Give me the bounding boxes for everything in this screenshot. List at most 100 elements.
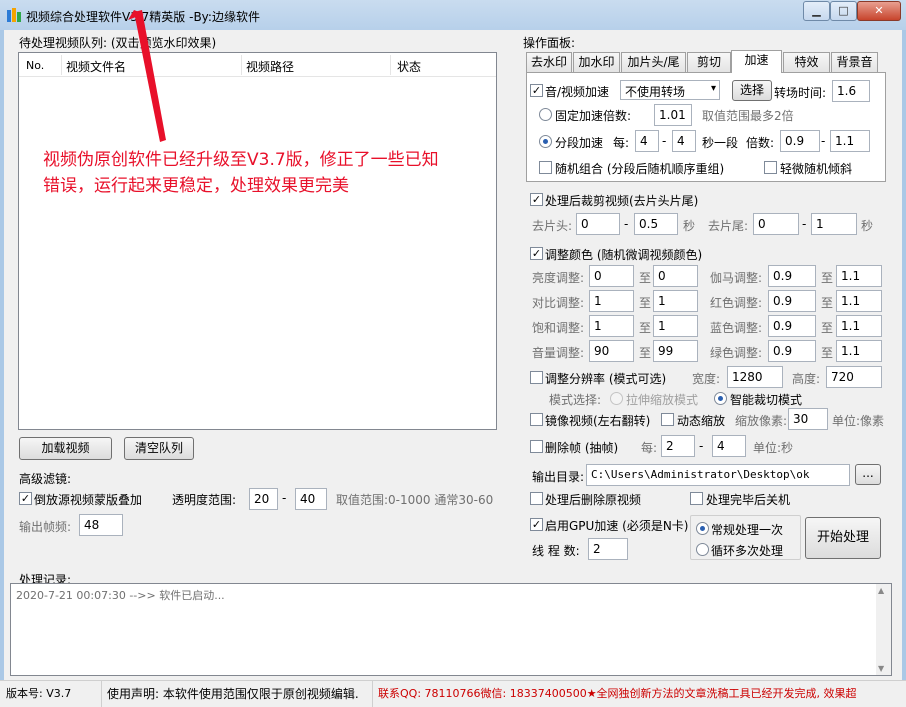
start-processing-button[interactable]: 开始处理 [805,517,881,559]
brightness-min-input[interactable]: 0 [589,265,634,287]
tab-intro-outro[interactable]: 加片头/尾 [621,52,686,72]
speed-enable-checkbox[interactable]: ✓ [530,84,543,97]
head-max-input[interactable]: 0.5 [634,213,678,235]
log-area[interactable]: 2020-7-21 00:07:30 -->> 软件已启动... ▲ ▼ [10,583,892,676]
gamma-min-input[interactable]: 0.9 [768,265,816,287]
load-video-button[interactable]: 加载视频 [19,437,112,460]
height-input[interactable]: 720 [826,366,882,388]
saturation-max-input[interactable]: 1 [653,315,698,337]
tab-cut[interactable]: 剪切 [687,52,731,72]
green-to: 至 [821,346,834,360]
mirror-label: 镜像视频(左右翻转) [545,414,651,428]
drop-frame-dash: - [699,439,704,453]
fixed-speed-label: 固定加速倍数: [555,109,632,123]
gpu-checkbox[interactable]: ✓ [530,518,543,531]
rate-max-input[interactable]: 1.1 [830,130,870,152]
segment-dash: - [662,134,667,148]
output-dir-input[interactable]: C:\Users\Administrator\Desktop\ok [586,464,850,486]
close-button[interactable]: ✕ [857,1,901,21]
video-queue-table[interactable]: No. 视频文件名 视频路径 状态 [18,52,497,430]
scroll-up-icon[interactable]: ▲ [878,586,884,595]
rate-min-input[interactable]: 0.9 [780,130,820,152]
opacity-max-input[interactable]: 40 [295,488,327,510]
fps-input[interactable]: 48 [79,514,123,536]
segment-min-input[interactable]: 4 [635,130,659,152]
minimize-button[interactable]: ▁ [803,1,830,21]
dynamic-zoom-label: 动态缩放 [677,414,726,428]
contrast-max-input[interactable]: 1 [653,290,698,312]
drop-frame-max-input[interactable]: 4 [712,435,746,457]
blue-max-input[interactable]: 1.1 [836,315,882,337]
browse-button[interactable]: ... [855,464,881,485]
saturation-min-input[interactable]: 1 [589,315,634,337]
fps-label: 输出帧频: [19,520,72,534]
column-no[interactable]: No. [26,59,44,72]
shutdown-checkbox[interactable] [690,492,703,505]
slight-tilt-checkbox[interactable] [764,161,777,174]
scroll-down-icon[interactable]: ▼ [878,664,884,673]
process-once-radio[interactable] [696,522,709,535]
width-input[interactable]: 1280 [727,366,783,388]
contrast-label: 对比调整: [532,296,585,310]
output-dir-label: 输出目录: [532,470,585,484]
brightness-label: 亮度调整: [532,271,585,285]
opacity-min-input[interactable]: 20 [249,488,278,510]
volume-max-input[interactable]: 99 [653,340,698,362]
brightness-max-input[interactable]: 0 [653,265,698,287]
column-path[interactable]: 视频路径 [246,58,294,75]
column-filename[interactable]: 视频文件名 [66,58,126,75]
panel-label: 操作面板: [523,36,576,50]
drop-frame-checkbox[interactable] [530,440,543,453]
fixed-speed-radio[interactable] [539,108,552,121]
green-max-input[interactable]: 1.1 [836,340,882,362]
clear-queue-button[interactable]: 清空队列 [124,437,194,460]
drop-frame-label: 删除帧 (抽帧) [545,441,619,455]
mask-overlay-checkbox[interactable]: ✓ [19,492,32,505]
tab-bgm[interactable]: 背景音 [831,52,878,72]
dynamic-zoom-checkbox[interactable] [661,413,674,426]
maximize-button[interactable]: □ [830,1,857,21]
tail-max-input[interactable]: 1 [811,213,857,235]
trim-enable-checkbox[interactable]: ✓ [530,193,543,206]
drop-frame-min-input[interactable]: 2 [661,435,695,457]
red-min-input[interactable]: 0.9 [768,290,816,312]
transition-select[interactable]: 不使用转场 ▾ [620,80,720,100]
zoom-pixels-label: 缩放像素: [735,414,788,428]
threads-input[interactable]: 2 [588,538,628,560]
process-loop-radio[interactable] [696,543,709,556]
head-min-input[interactable]: 0 [576,213,620,235]
tab-effects[interactable]: 特效 [783,52,830,72]
log-scrollbar[interactable]: ▲ ▼ [876,584,891,675]
speed-enable-label: 音/视频加速 [545,85,610,99]
tab-add-watermark[interactable]: 加水印 [573,52,620,72]
volume-min-input[interactable]: 90 [589,340,634,362]
resolution-enable-checkbox[interactable] [530,371,543,384]
tab-speed[interactable]: 加速 [731,50,782,73]
gpu-label: 启用GPU加速 (必须是N卡) [545,519,689,533]
red-max-input[interactable]: 1.1 [836,290,882,312]
tail-min-input[interactable]: 0 [753,213,799,235]
stretch-mode-radio[interactable] [610,392,623,405]
smart-crop-radio[interactable] [714,392,727,405]
transition-time-input[interactable]: 1.6 [832,80,870,102]
gamma-max-input[interactable]: 1.1 [836,265,882,287]
stretch-mode-label: 拉伸缩放模式 [626,393,699,407]
choose-transition-button[interactable]: 选择 [732,80,772,101]
fixed-speed-input[interactable]: 1.01 [654,104,692,126]
saturation-to: 至 [639,321,652,335]
blue-min-input[interactable]: 0.9 [768,315,816,337]
delete-source-label: 处理后删除原视频 [545,493,642,507]
contrast-min-input[interactable]: 1 [589,290,634,312]
delete-source-checkbox[interactable] [530,492,543,505]
tab-remove-watermark[interactable]: 去水印 [526,52,572,72]
segment-speed-radio[interactable] [539,135,552,148]
column-status[interactable]: 状态 [397,58,421,75]
color-enable-checkbox[interactable]: ✓ [530,247,543,260]
opacity-label: 透明度范围: [172,493,237,507]
segment-max-input[interactable]: 4 [672,130,696,152]
green-min-input[interactable]: 0.9 [768,340,816,362]
zoom-pixels-input[interactable]: 30 [788,408,828,430]
random-combo-checkbox[interactable] [539,161,552,174]
mirror-checkbox[interactable] [530,413,543,426]
transition-value: 不使用转场 [625,85,686,99]
